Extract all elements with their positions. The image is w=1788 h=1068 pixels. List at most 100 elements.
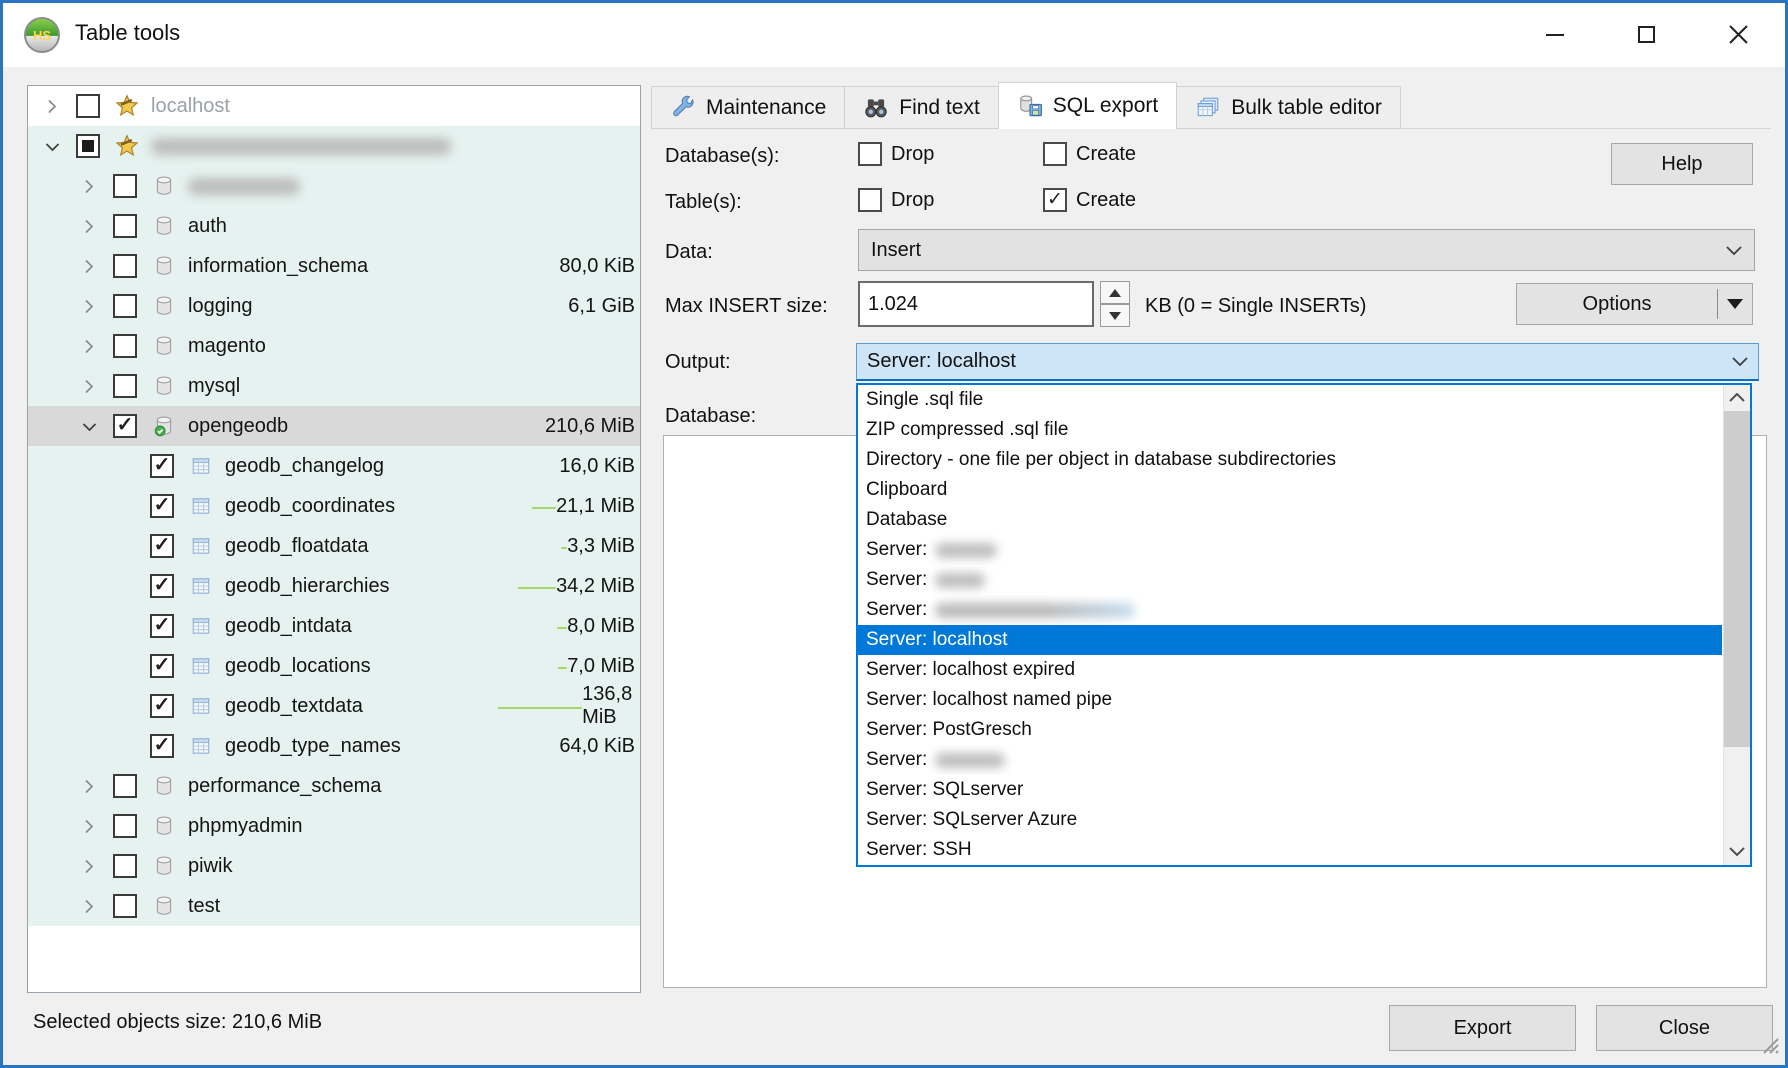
tab-sql-export[interactable]: SQL export	[998, 82, 1177, 129]
chevron-right-icon[interactable]	[79, 296, 113, 316]
checkbox-box[interactable]	[1043, 188, 1067, 212]
dropdown-item[interactable]: Server: SSH	[858, 835, 1722, 865]
dropdown-item[interactable]: Directory - one file per object in datab…	[858, 445, 1722, 475]
tree-checkbox[interactable]	[150, 734, 174, 758]
scroll-down-button[interactable]	[1724, 839, 1750, 865]
checkbox-box[interactable]	[858, 142, 882, 166]
maximize-button[interactable]	[1601, 3, 1693, 67]
tab-maintenance[interactable]: Maintenance	[651, 86, 845, 129]
tree-checkbox[interactable]	[113, 174, 137, 198]
checkbox-box[interactable]	[858, 188, 882, 212]
options-split-button[interactable]: Options	[1516, 283, 1753, 325]
tab-find-text[interactable]: Find text	[844, 86, 999, 129]
dropdown-item[interactable]: Server:	[858, 595, 1722, 625]
checkbox-box[interactable]	[1043, 142, 1067, 166]
tree-row-localhost[interactable]: localhost	[28, 86, 640, 126]
dropdown-item[interactable]: Clipboard	[858, 475, 1722, 505]
tree-row-mysql[interactable]: mysql	[28, 366, 640, 406]
tree-row[interactable]	[28, 166, 640, 206]
tree-checkbox[interactable]	[150, 654, 174, 678]
chevron-right-icon[interactable]	[79, 816, 113, 836]
databases-drop-checkbox[interactable]: Drop	[858, 142, 934, 166]
resize-grip[interactable]	[1760, 1035, 1780, 1060]
dropdown-item[interactable]: Server:	[858, 565, 1722, 595]
tree-row-information_schema[interactable]: information_schema80,0 KiB	[28, 246, 640, 286]
tree-row-geodb_locations[interactable]: geodb_locations7,0 MiB	[28, 646, 640, 686]
tree-row-phpmyadmin[interactable]: phpmyadmin	[28, 806, 640, 846]
tree-row-piwik[interactable]: piwik	[28, 846, 640, 886]
tree-checkbox[interactable]	[76, 94, 100, 118]
tree-row-auth[interactable]: auth	[28, 206, 640, 246]
output-combobox[interactable]: Server: localhost	[856, 343, 1759, 381]
chevron-right-icon[interactable]	[79, 256, 113, 276]
dropdown-item[interactable]: Server: localhost	[858, 625, 1722, 655]
tree-row-geodb_hierarchies[interactable]: geodb_hierarchies34,2 MiB	[28, 566, 640, 606]
tree-checkbox[interactable]	[150, 614, 174, 638]
tree-row-geodb_changelog[interactable]: geodb_changelog16,0 KiB	[28, 446, 640, 486]
object-tree[interactable]: localhost authinformation_schema80,0 KiBl…	[27, 85, 641, 993]
dropdown-item[interactable]: Server: PostGresch	[858, 715, 1722, 745]
tree-checkbox[interactable]	[113, 294, 137, 318]
data-select[interactable]: Insert	[858, 229, 1755, 271]
tree-row-performance_schema[interactable]: performance_schema	[28, 766, 640, 806]
dropdown-item[interactable]: Server:	[858, 535, 1722, 565]
tree-checkbox[interactable]	[113, 854, 137, 878]
tree-checkbox[interactable]	[113, 214, 137, 238]
dropdown-item[interactable]: ZIP compressed .sql file	[858, 415, 1722, 445]
tree-checkbox[interactable]	[113, 774, 137, 798]
dropdown-item[interactable]: Server: SQLserver Azure	[858, 805, 1722, 835]
chevron-right-icon[interactable]	[79, 856, 113, 876]
chevron-right-icon[interactable]	[79, 376, 113, 396]
tree-checkbox[interactable]	[113, 894, 137, 918]
tree-row-geodb_coordinates[interactable]: geodb_coordinates21,1 MiB	[28, 486, 640, 526]
max-insert-size-input[interactable]	[858, 281, 1094, 327]
tree-checkbox[interactable]	[150, 534, 174, 558]
tree-row-geodb_intdata[interactable]: geodb_intdata8,0 MiB	[28, 606, 640, 646]
dropdown-item[interactable]: Single .sql file	[858, 385, 1722, 415]
chevron-right-icon[interactable]	[79, 216, 113, 236]
tree-row-magento[interactable]: magento	[28, 326, 640, 366]
dropdown-item[interactable]: Server: localhost named pipe	[858, 685, 1722, 715]
tree-checkbox[interactable]	[150, 494, 174, 518]
tree-row-geodb_textdata[interactable]: geodb_textdata136,8 MiB	[28, 686, 640, 726]
chevron-right-icon[interactable]	[79, 336, 113, 356]
tree-row-test[interactable]: test	[28, 886, 640, 926]
scroll-up-button[interactable]	[1724, 385, 1750, 411]
spinner-down-button[interactable]	[1100, 304, 1130, 327]
tab-bulk-table-editor[interactable]: Bulk table editor	[1176, 86, 1401, 129]
chevron-right-icon[interactable]	[79, 776, 113, 796]
tree-row[interactable]	[28, 126, 640, 166]
dropdown-scrollbar[interactable]	[1723, 385, 1750, 865]
tree-checkbox[interactable]	[113, 334, 137, 358]
close-button[interactable]	[1693, 3, 1785, 67]
minimize-button[interactable]	[1509, 3, 1601, 67]
chevron-down-icon[interactable]	[42, 136, 76, 156]
chevron-right-icon[interactable]	[42, 96, 76, 116]
chevron-right-icon[interactable]	[79, 176, 113, 196]
export-button[interactable]: Export	[1389, 1005, 1576, 1051]
close-dialog-button[interactable]: Close	[1596, 1005, 1773, 1051]
chevron-down-icon[interactable]	[79, 416, 113, 436]
tree-row-geodb_floatdata[interactable]: geodb_floatdata3,3 MiB	[28, 526, 640, 566]
scrollbar-thumb[interactable]	[1724, 411, 1750, 747]
tree-checkbox[interactable]	[76, 134, 100, 158]
tree-checkbox[interactable]	[113, 374, 137, 398]
dropdown-item[interactable]: Database	[858, 505, 1722, 535]
tree-checkbox[interactable]	[113, 814, 137, 838]
tree-row-logging[interactable]: logging6,1 GiB	[28, 286, 640, 326]
tree-row-opengeodb[interactable]: opengeodb210,6 MiB	[28, 406, 640, 446]
dropdown-item[interactable]: Server:	[858, 745, 1722, 775]
tree-checkbox[interactable]	[150, 694, 174, 718]
tree-checkbox[interactable]	[150, 574, 174, 598]
tree-row-geodb_type_names[interactable]: geodb_type_names64,0 KiB	[28, 726, 640, 766]
options-menu-arrow[interactable]	[1718, 299, 1752, 309]
tables-create-checkbox[interactable]: Create	[1043, 188, 1136, 212]
chevron-right-icon[interactable]	[79, 896, 113, 916]
spinner-up-button[interactable]	[1100, 281, 1130, 304]
tables-drop-checkbox[interactable]: Drop	[858, 188, 934, 212]
tree-checkbox[interactable]	[150, 454, 174, 478]
dropdown-item[interactable]: Server: SQLserver	[858, 775, 1722, 805]
help-button[interactable]: Help	[1611, 143, 1753, 185]
databases-create-checkbox[interactable]: Create	[1043, 142, 1136, 166]
tree-checkbox[interactable]	[113, 414, 137, 438]
